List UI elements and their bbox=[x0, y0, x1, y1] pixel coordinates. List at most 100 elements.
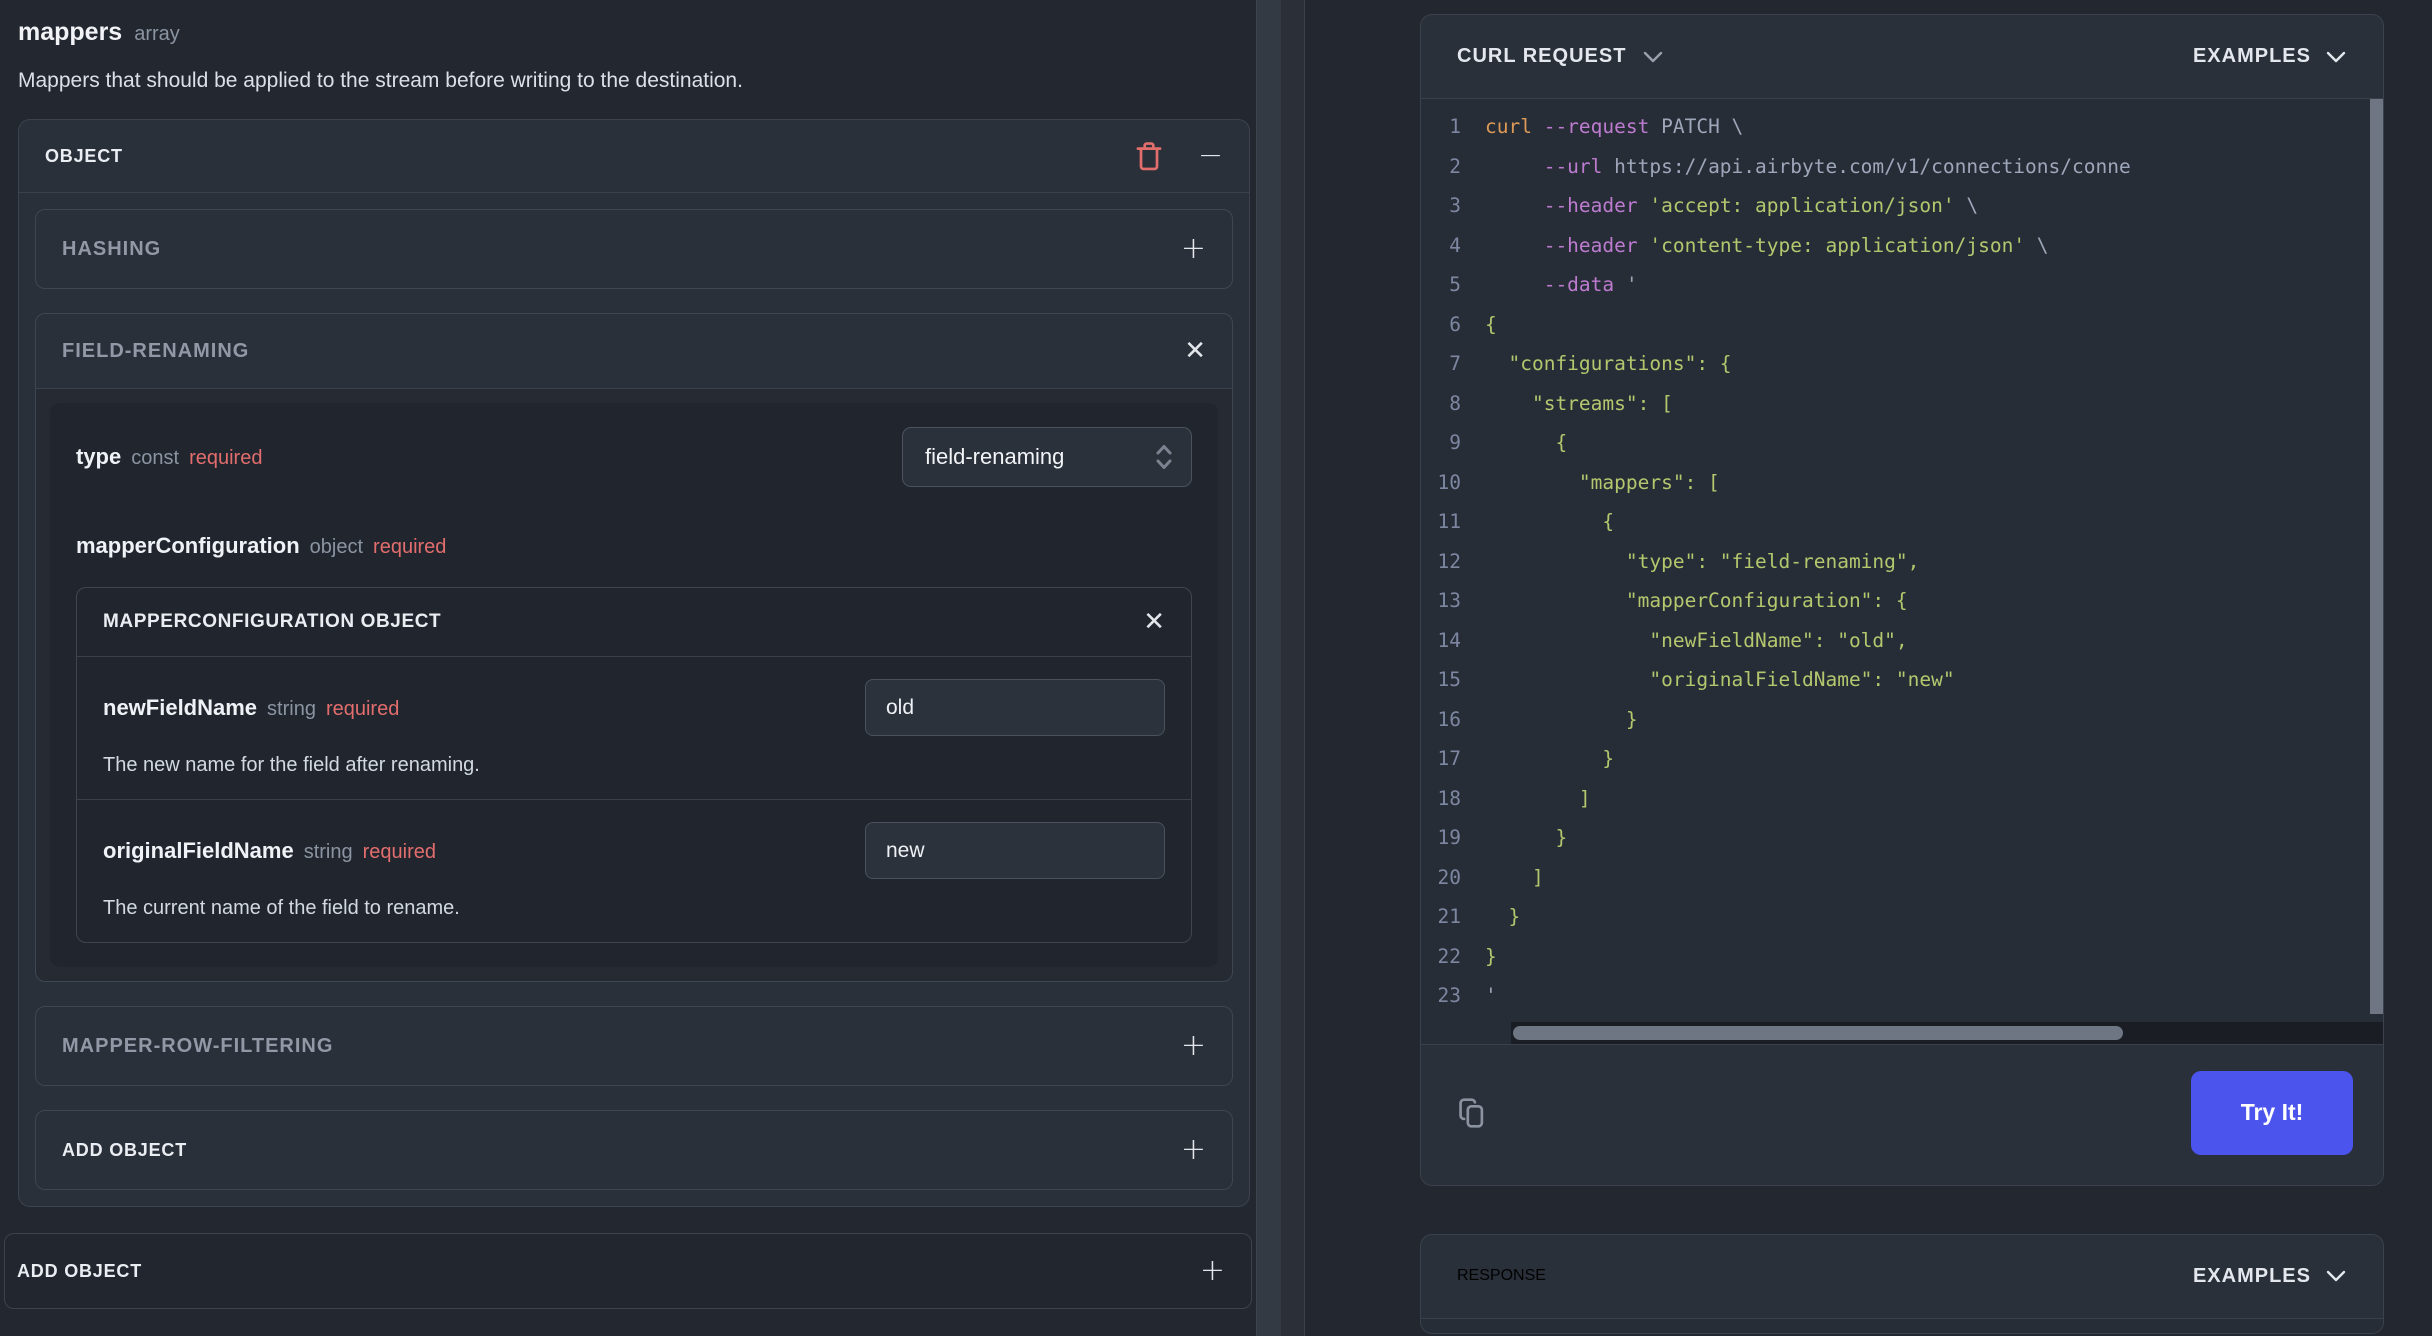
line-content: --header 'accept: application/json' \ bbox=[1543, 194, 1979, 217]
mapper-configuration-kind: object bbox=[309, 536, 364, 558]
mapper-configuration-card-header: MAPPERCONFIGURATION OBJECT ✕ bbox=[77, 588, 1191, 657]
code-line: 18 ] bbox=[1421, 779, 2383, 819]
type-select[interactable]: field-renaming bbox=[902, 427, 1192, 487]
code-line: 13 "mapperConfiguration": { bbox=[1421, 581, 2383, 621]
field-renaming-body: type const required field-renaming mappe… bbox=[36, 389, 1232, 981]
curl-request-title: CURL REQUEST bbox=[1457, 45, 1627, 67]
line-number: 23 bbox=[1437, 984, 1461, 1007]
original-field-name-name: originalFieldName bbox=[103, 837, 294, 863]
mappers-field-heading: mappers array bbox=[18, 18, 1252, 47]
line-content: { bbox=[1485, 312, 1497, 336]
code-line: 10 "mappers": [ bbox=[1421, 463, 2383, 503]
response-title: RESPONSE bbox=[1457, 1267, 1546, 1284]
chevron-down-icon bbox=[1642, 50, 1664, 64]
add-object-button-inner[interactable]: ADD OBJECT + bbox=[35, 1110, 1233, 1190]
code-vertical-scrollbar[interactable] bbox=[2370, 99, 2383, 1014]
code-line: 4 --header 'content-type: application/js… bbox=[1421, 226, 2383, 266]
code-lines: 1 curl --request PATCH \ 2 --url https://a… bbox=[1421, 107, 2383, 1016]
collapse-object-button[interactable]: − bbox=[1198, 141, 1223, 171]
copy-code-button[interactable] bbox=[1455, 1093, 1491, 1133]
code-line: 16 } bbox=[1421, 700, 2383, 740]
line-content: ' bbox=[1485, 984, 1497, 1007]
response-examples-button[interactable]: EXAMPLES bbox=[2193, 1265, 2347, 1288]
object-card-actions: − bbox=[1134, 140, 1223, 172]
curl-examples-button[interactable]: EXAMPLES bbox=[2193, 45, 2347, 68]
delete-object-button[interactable] bbox=[1134, 140, 1164, 172]
line-number: 10 bbox=[1437, 470, 1461, 494]
code-line: 6{ bbox=[1421, 305, 2383, 345]
chevron-down-icon bbox=[2325, 1269, 2347, 1283]
line-number: 6 bbox=[1449, 312, 1461, 336]
code-line: 11 { bbox=[1421, 502, 2383, 542]
original-field-name-kind: string bbox=[303, 840, 353, 863]
type-field-kind: const bbox=[131, 447, 180, 469]
line-content: } bbox=[1485, 905, 1521, 928]
hashing-section[interactable]: HASHING + bbox=[35, 209, 1233, 289]
original-field-name-input[interactable] bbox=[865, 822, 1165, 879]
code-line: 7 "configurations": { bbox=[1421, 344, 2383, 384]
code-line: 20 ] bbox=[1421, 858, 2383, 898]
mapper-configuration-required: required bbox=[373, 536, 447, 558]
type-field-name: type bbox=[76, 444, 122, 469]
try-it-button[interactable]: Try It! bbox=[2191, 1070, 2353, 1155]
close-field-renaming-button[interactable]: ✕ bbox=[1184, 338, 1206, 364]
field-renaming-section: FIELD-RENAMING ✕ type const required fie… bbox=[35, 313, 1233, 982]
curl-code-block[interactable]: 1 curl --request PATCH \ 2 --url https://a… bbox=[1421, 99, 2383, 1044]
code-line: 15 "originalFieldName": "new" bbox=[1421, 660, 2383, 700]
add-object-button-outer[interactable]: ADD OBJECT + bbox=[4, 1233, 1252, 1309]
line-content: } bbox=[1485, 747, 1615, 770]
code-horizontal-scrollbar-track bbox=[1511, 1021, 2383, 1044]
mapper-row-filtering-section[interactable]: MAPPER-ROW-FILTERING + bbox=[35, 1006, 1233, 1086]
new-field-name-kind: string bbox=[267, 697, 316, 720]
new-field-name-label: newFieldName string required bbox=[103, 695, 399, 721]
add-object-outer-label: ADD OBJECT bbox=[17, 1260, 143, 1281]
line-content: curl --request PATCH \ bbox=[1485, 115, 1744, 138]
line-number: 18 bbox=[1437, 786, 1461, 810]
code-line: 14 "newFieldName": "old", bbox=[1421, 621, 2383, 661]
left-column-scrollbar-thumb[interactable] bbox=[1257, 0, 1281, 1336]
curl-request-panel: CURL REQUEST EXAMPLES 1 curl --request PA… bbox=[1420, 14, 2384, 1186]
line-content: --header 'content-type: application/json… bbox=[1543, 233, 2049, 257]
line-content: { bbox=[1485, 431, 1568, 454]
hashing-section-title: HASHING bbox=[62, 237, 162, 260]
mapper-configuration-card-title: MAPPERCONFIGURATION OBJECT bbox=[103, 611, 442, 632]
plus-icon: + bbox=[1180, 1028, 1206, 1063]
chevron-down-icon bbox=[2325, 50, 2347, 64]
line-content: { bbox=[1485, 510, 1615, 533]
line-content: --data ' bbox=[1543, 273, 1638, 296]
plus-icon: + bbox=[1180, 231, 1206, 266]
line-number: 8 bbox=[1449, 391, 1461, 415]
minus-icon: − bbox=[1197, 138, 1223, 173]
original-field-name-label: originalFieldName string required bbox=[103, 838, 436, 864]
code-horizontal-scrollbar-thumb[interactable] bbox=[1513, 1025, 2124, 1040]
mapper-configuration-label: mapperConfiguration object required bbox=[76, 533, 1192, 559]
code-line: 5 --data ' bbox=[1421, 265, 2383, 305]
code-line: 9 { bbox=[1421, 423, 2383, 463]
new-field-name-description: The new name for the field after renamin… bbox=[103, 754, 480, 776]
mappers-field-name: mappers bbox=[18, 18, 123, 46]
line-number: 3 bbox=[1449, 194, 1461, 217]
close-icon: ✕ bbox=[1184, 336, 1206, 366]
line-number: 17 bbox=[1437, 747, 1461, 770]
line-content: } bbox=[1485, 826, 1568, 849]
close-mapper-configuration-button[interactable]: ✕ bbox=[1143, 609, 1165, 635]
response-header: RESPONSE EXAMPLES bbox=[1421, 1235, 2383, 1318]
new-field-name-input[interactable] bbox=[865, 679, 1165, 736]
line-content: } bbox=[1485, 944, 1497, 968]
mapper-configuration-card: MAPPERCONFIGURATION OBJECT ✕ newFieldNam… bbox=[76, 587, 1192, 943]
add-object-inner-label: ADD OBJECT bbox=[62, 1139, 188, 1160]
response-body-clipped bbox=[1421, 1318, 2383, 1333]
line-content: "originalFieldName": "new" bbox=[1485, 668, 1955, 691]
code-line: 21 } bbox=[1421, 897, 2383, 937]
mappers-field-type: array bbox=[134, 23, 180, 45]
line-number: 15 bbox=[1437, 668, 1461, 691]
new-field-name-required: required bbox=[325, 697, 400, 720]
line-content: "newFieldName": "old", bbox=[1485, 628, 1908, 652]
line-number: 13 bbox=[1437, 589, 1461, 612]
line-number: 2 bbox=[1449, 154, 1461, 178]
curl-request-title-button[interactable]: CURL REQUEST bbox=[1457, 45, 1664, 68]
line-number: 16 bbox=[1437, 707, 1461, 731]
code-line: 19 } bbox=[1421, 818, 2383, 858]
curl-panel-footer: Try It! bbox=[1421, 1044, 2383, 1185]
line-content: --url https://api.airbyte.com/v1/connect… bbox=[1543, 154, 2131, 178]
